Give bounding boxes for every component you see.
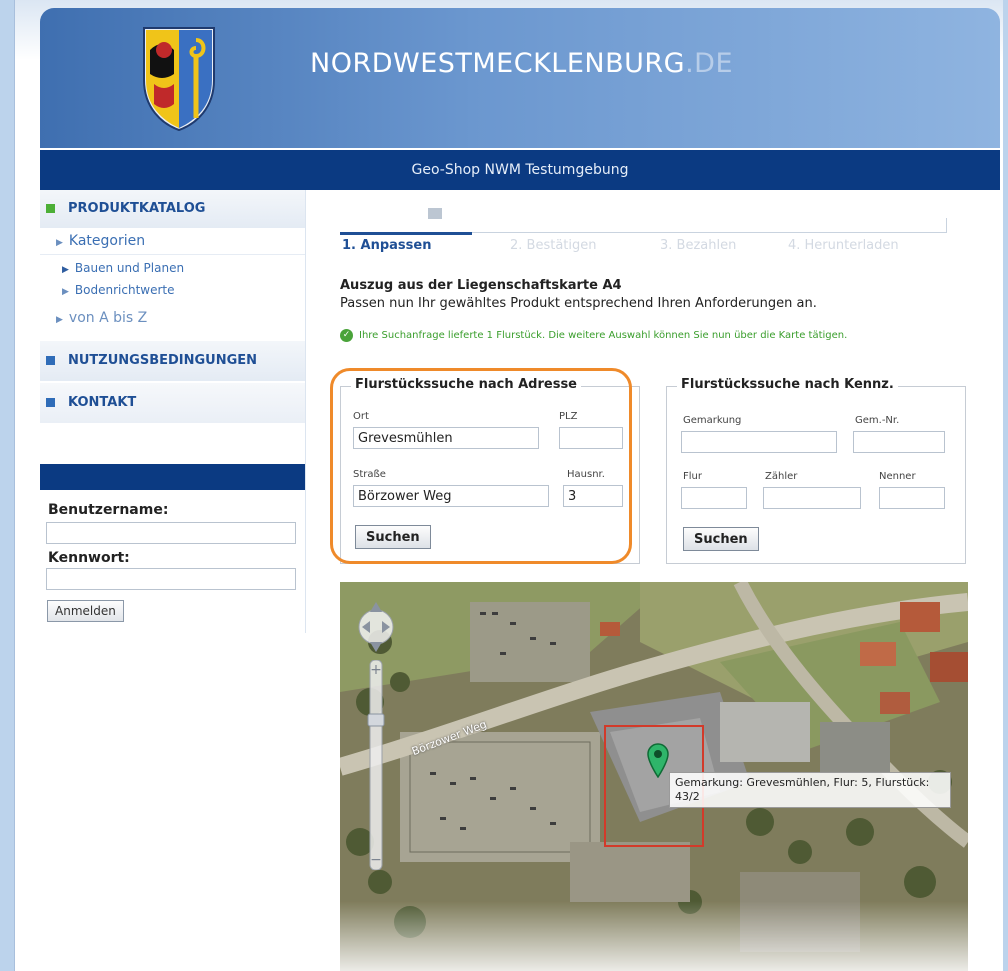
nav-produktkatalog[interactable]: PRODUKTKATALOG (40, 190, 305, 228)
checkout-steps: 1. Anpassen 2. Bestätigen 3. Bezahlen 4.… (340, 204, 947, 254)
steps-divider-end (946, 218, 947, 233)
password-input[interactable] (46, 568, 296, 590)
login-header-band (40, 464, 305, 490)
strasse-input[interactable]: Börzower Weg (353, 485, 549, 507)
triangle-right-icon: ▶ (62, 287, 69, 297)
pan-control-icon[interactable] (356, 596, 396, 658)
hausnr-input[interactable]: 3 (563, 485, 623, 507)
kennz-search-panel: Flurstückssuche nach Kennz. Gemarkung Ge… (666, 377, 966, 564)
gemnr-label: Gem.-Nr. (855, 415, 900, 426)
map-marker-icon[interactable] (646, 742, 670, 778)
address-search-legend: Flurstückssuche nach Adresse (351, 377, 581, 392)
map-bottom-fade (340, 901, 968, 971)
triangle-right-icon: ▶ (56, 315, 63, 325)
plz-input[interactable] (559, 427, 623, 449)
nav-bauen-label: Bauen und Planen (74, 261, 185, 275)
aerial-map[interactable]: Börzower Weg Gemarkung: Grevesmühlen, Fl… (340, 582, 968, 971)
gemarkung-input[interactable] (681, 431, 837, 453)
hausnr-label: Hausnr. (567, 469, 605, 480)
nav-bodenrichtwerte-label: Bodenrichtwerte (74, 283, 175, 297)
sidebar: PRODUKTKATALOG ▶ Kategorien ▶ Bauen und Pl… (40, 190, 306, 633)
nav-nutzungsbedingungen-label: NUTZUNGSBEDINGUNGEN (68, 353, 258, 368)
step-bezahlen[interactable]: 3. Bezahlen (660, 238, 736, 253)
step-herunterladen[interactable]: 4. Herunterladen (788, 238, 899, 253)
svg-text:+: + (370, 662, 382, 678)
site-header: NORDWESTMECKLENBURG.DE (40, 8, 1000, 148)
ort-label: Ort (353, 411, 369, 422)
nav-produktkatalog-label: PRODUKTKATALOG (68, 201, 206, 216)
nav-kontakt-label: KONTAKT (68, 395, 137, 410)
zaehler-input[interactable] (763, 487, 861, 509)
check-icon: ✓ (340, 329, 353, 342)
username-label: Benutzername: (48, 502, 169, 518)
site-name: NORDWESTMECKLENBURG (310, 48, 686, 79)
login-button[interactable]: Anmelden (47, 600, 124, 622)
product-description: Passen nun Ihr gewähltes Produkt entspre… (340, 296, 817, 311)
nenner-label: Nenner (879, 471, 916, 482)
triangle-right-icon: ▶ (56, 238, 63, 248)
plz-label: PLZ (559, 411, 578, 422)
nenner-input[interactable] (879, 487, 945, 509)
parcel-tooltip: Gemarkung: Grevesmühlen, Flur: 5, Flurst… (669, 772, 951, 808)
nav-bodenrichtwerte[interactable]: ▶ Bodenrichtwerte (40, 279, 305, 301)
coat-of-arms-logo (143, 27, 215, 132)
password-label: Kennwort: (48, 550, 130, 566)
page-subtitle: Geo-Shop NWM Testumgebung (411, 162, 629, 178)
blue-square-icon (46, 356, 55, 365)
success-message: ✓ Ihre Suchanfrage lieferte 1 Flurstück. … (340, 329, 946, 342)
nav-nutzungsbedingungen[interactable]: NUTZUNGSBEDINGUNGEN (40, 341, 305, 381)
kennz-search-legend: Flurstückssuche nach Kennz. (677, 377, 898, 392)
zoom-slider[interactable]: + − (362, 660, 390, 870)
site-tld: .DE (685, 48, 734, 79)
subtitle-bar: Geo-Shop NWM Testumgebung (40, 150, 1000, 190)
flur-input[interactable] (681, 487, 747, 509)
address-search-button[interactable]: Suchen (355, 525, 431, 549)
main-content: 1. Anpassen 2. Bestätigen 3. Bezahlen 4.… (306, 190, 986, 971)
svg-text:−: − (370, 852, 382, 868)
nav-a-bis-z[interactable]: ▶ von A bis Z (40, 301, 305, 335)
zaehler-label: Zähler (765, 471, 798, 482)
triangle-right-icon: ▶ (62, 265, 69, 275)
nav-a-bis-z-label: von A bis Z (68, 310, 148, 326)
blue-square-icon (46, 398, 55, 407)
product-title: Auszug aus der Liegenschaftskarte A4 (340, 278, 622, 293)
nav-bauen-und-planen[interactable]: ▶ Bauen und Planen (40, 257, 305, 279)
flur-label: Flur (683, 471, 702, 482)
success-text: Ihre Suchanfrage lieferte 1 Flurstück. D… (359, 330, 848, 341)
ort-input[interactable]: Grevesmühlen (353, 427, 539, 449)
nav-kategorien[interactable]: ▶ Kategorien (40, 228, 305, 255)
green-square-icon (46, 204, 55, 213)
nav-kategorien-label: Kategorien (68, 233, 146, 249)
gemnr-input[interactable] (853, 431, 945, 453)
step-bestaetigen[interactable]: 2. Bestätigen (510, 238, 597, 253)
flag-icon (428, 208, 442, 219)
site-title[interactable]: NORDWESTMECKLENBURG.DE (310, 48, 733, 79)
step-anpassen[interactable]: 1. Anpassen (342, 238, 431, 253)
strasse-label: Straße (353, 469, 386, 480)
gemarkung-label: Gemarkung (683, 415, 742, 426)
kennz-search-button[interactable]: Suchen (683, 527, 759, 551)
username-input[interactable] (46, 522, 296, 544)
address-search-panel: Flurstückssuche nach Adresse Ort Grevesm… (340, 377, 640, 564)
active-step-indicator (340, 232, 472, 235)
nav-kontakt[interactable]: KONTAKT (40, 383, 305, 423)
